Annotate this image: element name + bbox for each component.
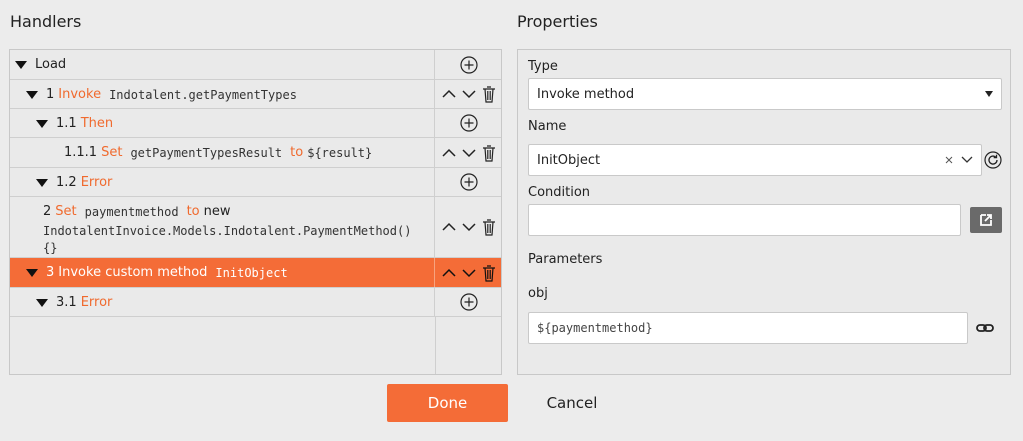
add-icon[interactable] bbox=[459, 55, 478, 74]
move-down-icon[interactable] bbox=[460, 264, 478, 282]
tree-row-1-1[interactable]: 1.1 Then bbox=[10, 109, 501, 138]
collapse-toggle-icon[interactable] bbox=[36, 298, 48, 307]
handlers-title: Handlers bbox=[10, 12, 82, 31]
done-button[interactable]: Done bbox=[387, 384, 508, 422]
collapse-toggle-icon[interactable] bbox=[15, 60, 27, 69]
step-to-keyword: to bbox=[186, 204, 200, 219]
tree-row-2[interactable]: 2 Set paymentmethod to new IndotalentInv… bbox=[10, 197, 501, 258]
tree-row-load[interactable]: Load bbox=[10, 50, 501, 80]
move-up-icon[interactable] bbox=[440, 144, 458, 162]
trash-icon[interactable] bbox=[480, 264, 498, 282]
open-expression-button[interactable] bbox=[970, 207, 1002, 233]
step-code: paymentmethod bbox=[84, 204, 179, 219]
collapse-toggle-icon[interactable] bbox=[36, 119, 48, 128]
name-label: Name bbox=[528, 119, 567, 134]
step-value: ${result} bbox=[307, 145, 373, 160]
param-obj-label: obj bbox=[528, 286, 548, 301]
step-code: InitObject bbox=[215, 265, 288, 280]
link-icon[interactable] bbox=[976, 320, 994, 336]
tree-row-3[interactable]: 3 Invoke custom method InitObject bbox=[10, 258, 501, 288]
type-label: Type bbox=[528, 59, 558, 74]
step-keyword: Error bbox=[80, 295, 113, 310]
cancel-button[interactable]: Cancel bbox=[527, 384, 617, 422]
step-keyword: Error bbox=[80, 175, 113, 190]
trash-icon[interactable] bbox=[480, 144, 498, 162]
collapse-toggle-icon[interactable] bbox=[26, 268, 38, 277]
step-keyword: Invoke bbox=[58, 87, 102, 102]
move-up-icon[interactable] bbox=[440, 85, 458, 103]
add-icon[interactable] bbox=[459, 173, 478, 191]
tree-row-3-1[interactable]: 3.1 Error bbox=[10, 288, 501, 317]
properties-title: Properties bbox=[517, 12, 598, 31]
chevron-down-icon bbox=[985, 91, 993, 97]
condition-input[interactable] bbox=[528, 204, 961, 236]
step-value-continued: IndotalentInvoice.Models.Indotalent.Paym… bbox=[43, 224, 412, 238]
collapse-toggle-icon[interactable] bbox=[36, 178, 48, 187]
step-keyword: Then bbox=[80, 116, 114, 131]
parameters-label: Parameters bbox=[528, 252, 603, 267]
properties-panel: Type Invoke method Name InitObject Condi… bbox=[517, 49, 1011, 375]
step-number: 1.1.1 bbox=[64, 145, 98, 160]
step-number: 2 bbox=[43, 204, 52, 219]
refresh-icon[interactable] bbox=[984, 151, 1002, 169]
move-down-icon[interactable] bbox=[460, 144, 478, 162]
step-keyword: Invoke custom method bbox=[58, 265, 208, 280]
param-obj-value: ${paymentmethod} bbox=[537, 321, 653, 335]
step-number: 3 bbox=[46, 265, 55, 280]
tree-row-1[interactable]: 1 Invoke Indotalent.getPaymentTypes bbox=[10, 80, 501, 109]
step-number: 3.1 bbox=[56, 295, 77, 310]
step-code: getPaymentTypesResult bbox=[130, 145, 283, 160]
tree-row-1-2[interactable]: 1.2 Error bbox=[10, 168, 501, 197]
type-select[interactable]: Invoke method bbox=[528, 78, 1002, 110]
step-value: new bbox=[203, 204, 231, 219]
move-up-icon[interactable] bbox=[440, 264, 458, 282]
type-select-value: Invoke method bbox=[537, 86, 635, 102]
step-keyword: Set bbox=[55, 204, 77, 219]
step-keyword: Set bbox=[101, 145, 123, 160]
condition-label: Condition bbox=[528, 185, 591, 200]
move-down-icon[interactable] bbox=[460, 218, 478, 236]
tree-row-1-1-1[interactable]: 1.1.1 Set getPaymentTypesResult to ${res… bbox=[10, 138, 501, 168]
name-value: InitObject bbox=[537, 152, 601, 168]
trash-icon[interactable] bbox=[480, 85, 498, 103]
handlers-tree: Load 1 Invoke Indotalent.getPaymentTypes bbox=[9, 49, 502, 375]
move-up-icon[interactable] bbox=[440, 218, 458, 236]
name-combobox[interactable]: InitObject bbox=[528, 144, 982, 176]
step-value-object: {} bbox=[43, 241, 58, 255]
step-number: 1.2 bbox=[56, 175, 77, 190]
chevron-down-icon[interactable] bbox=[961, 153, 973, 168]
step-code: Indotalent.getPaymentTypes bbox=[109, 87, 297, 102]
step-to-keyword: to bbox=[290, 145, 304, 160]
move-down-icon[interactable] bbox=[460, 85, 478, 103]
add-icon[interactable] bbox=[459, 114, 478, 132]
trash-icon[interactable] bbox=[480, 218, 498, 236]
param-obj-input[interactable]: ${paymentmethod} bbox=[528, 312, 968, 344]
add-icon[interactable] bbox=[459, 293, 478, 311]
column-divider bbox=[435, 317, 436, 374]
event-label: Load bbox=[35, 57, 67, 72]
external-link-icon bbox=[980, 214, 992, 226]
step-number: 1.1 bbox=[56, 116, 77, 131]
clear-icon[interactable] bbox=[945, 153, 953, 168]
collapse-toggle-icon[interactable] bbox=[26, 90, 38, 99]
step-number: 1 bbox=[46, 87, 55, 102]
